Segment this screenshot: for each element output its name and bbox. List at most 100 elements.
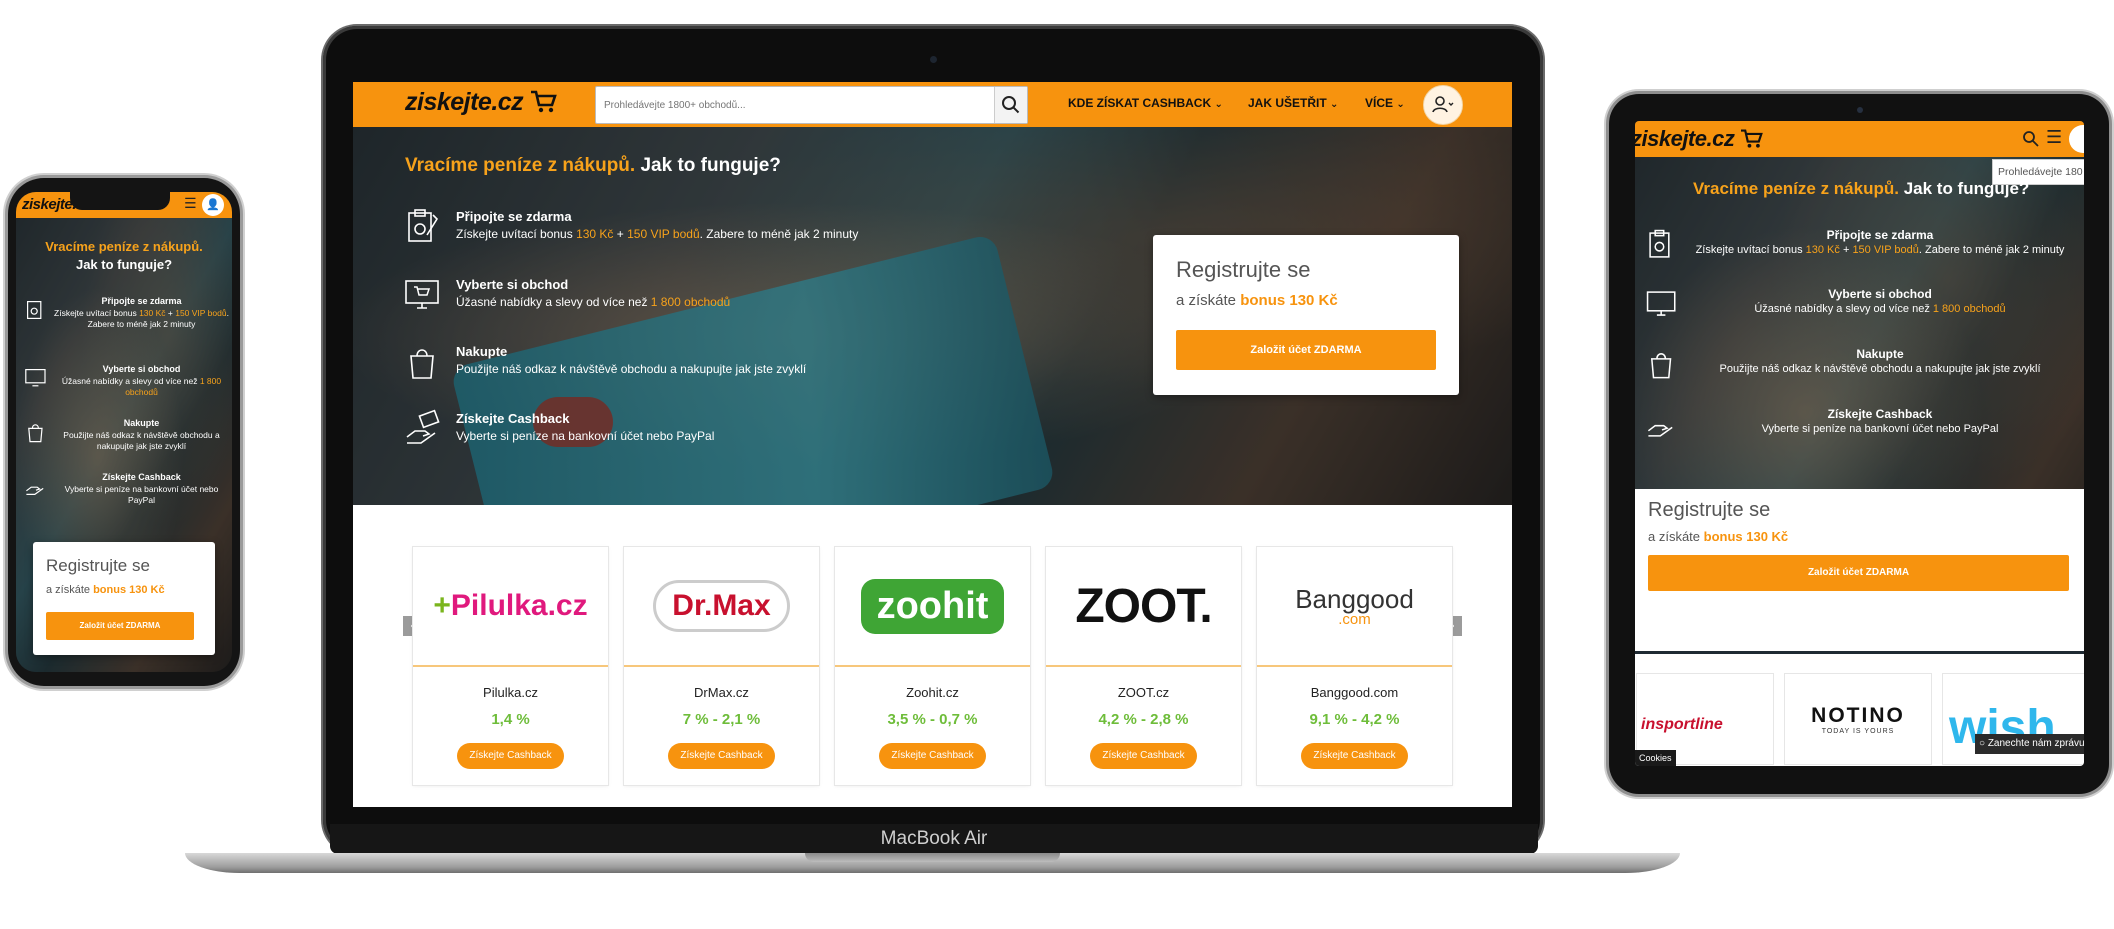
step-text: Úžasné nabídky a slevy od více než 1 800… xyxy=(456,295,731,309)
shopping-bag-icon xyxy=(410,349,434,379)
cart-icon xyxy=(530,90,557,113)
register-button[interactable]: Založit účet ZDARMA xyxy=(1648,555,2069,591)
shop-card[interactable]: zoohit Zoohit.cz 3,5 % - 0,7 % Získejte … xyxy=(835,547,1030,785)
step-text: Úžasné nabídky a slevy od více než 1 800… xyxy=(61,376,222,397)
cart-icon xyxy=(1740,129,1763,148)
user-icon: 👤 xyxy=(206,199,220,211)
chat-icon: ○ xyxy=(1979,738,1986,749)
menu-icon[interactable]: ☰ xyxy=(184,195,197,212)
phone-notch xyxy=(70,192,170,210)
shop-card[interactable]: +Pilulka.cz Pilulka.cz 1,4 % Získejte Ca… xyxy=(413,547,608,785)
nav-item-vice[interactable]: VÍCE ⌄ xyxy=(1365,96,1405,110)
user-menu-button[interactable] xyxy=(1423,85,1463,125)
tablet-screen: ziskejte.cz ☰ Prohledávejte 180 Vracíme … xyxy=(1635,121,2084,766)
step-title: Vyberte si obchod xyxy=(102,364,181,374)
shop-card[interactable]: NOTINO TODAY IS YOURS xyxy=(1785,674,1931,764)
search-button[interactable] xyxy=(994,87,1027,123)
shop-name: Zoohit.cz xyxy=(906,685,959,700)
step-text: Vyberte si peníze na bankovní účet nebo … xyxy=(64,484,219,505)
register-button[interactable]: Založit účet ZDARMA xyxy=(1176,330,1436,370)
register-box: Registrujte se a získáte bonus 130 Kč Za… xyxy=(33,542,215,655)
banggood-logo: Banggood .com xyxy=(1257,547,1452,667)
step-title: Získejte Cashback xyxy=(456,411,570,426)
site-header: ziskejte.cz KDE ZÍSKAT CASHBACK ⌄ JAK UŠ… xyxy=(353,82,1512,127)
step-text: Získejte uvítací bonus 130 Kč + 150 VIP … xyxy=(456,227,859,241)
monitor-cart-icon xyxy=(25,369,46,387)
step-title: Nakupte xyxy=(1856,347,1904,361)
search-input[interactable] xyxy=(602,95,986,115)
search-bar xyxy=(595,86,1028,124)
chat-message-button[interactable]: ○ Zanechte nám zprávu xyxy=(1975,734,2084,754)
laptop-notch xyxy=(805,853,1060,862)
shopping-bag-icon xyxy=(1650,353,1672,379)
site-logo[interactable]: ziskejte.cz xyxy=(1635,126,1764,152)
drmax-logo: Dr.Max xyxy=(624,547,819,667)
zoohit-logo: zoohit xyxy=(835,547,1030,667)
get-cashback-button[interactable]: Získejte Cashback xyxy=(668,743,775,769)
step-title: Připojte se zdarma xyxy=(101,296,182,306)
chevron-down-icon: ⌄ xyxy=(1214,99,1223,110)
shop-name: Banggood.com xyxy=(1310,685,1399,700)
chevron-down-icon: ⌄ xyxy=(1330,99,1339,110)
insportline-logo: insportline xyxy=(1641,716,1723,733)
step-title: Získejte Cashback xyxy=(102,472,181,482)
shop-card[interactable]: ZOOT. ZOOT.cz 4,2 % - 2,8 % Získejte Cas… xyxy=(1046,547,1241,785)
hero-section: Vracíme peníze z nákupů. Jak to funguje?… xyxy=(353,127,1512,505)
hand-money-icon xyxy=(406,409,440,444)
laptop-screen: ziskejte.cz KDE ZÍSKAT CASHBACK ⌄ JAK UŠ… xyxy=(353,82,1512,807)
get-cashback-button[interactable]: Získejte Cashback xyxy=(1090,743,1197,769)
cookies-button[interactable]: Cookies xyxy=(1635,750,1676,766)
step-text: Úžasné nabídky a slevy od více než 1 800… xyxy=(1754,303,2006,315)
get-cashback-button[interactable]: Získejte Cashback xyxy=(1301,743,1408,769)
shop-cashback-rate: 1,4 % xyxy=(491,711,530,728)
nav-item-jak-usetrit[interactable]: JAK UŠETŘIT ⌄ xyxy=(1248,96,1338,110)
get-cashback-button[interactable]: Získejte Cashback xyxy=(879,743,986,769)
search-icon xyxy=(1002,96,1020,114)
register-box: Registrujte se a získáte bonus 130 Kč Za… xyxy=(1153,235,1459,395)
step-text: Použijte náš odkaz k návštěvě obchodu a … xyxy=(63,430,220,451)
hero-headline: Vracíme peníze z nákupů. Jak to funguje? xyxy=(45,239,203,272)
shopping-bag-icon xyxy=(28,424,43,443)
nav-item-kde-ziskat[interactable]: KDE ZÍSKAT CASHBACK ⌄ xyxy=(1068,96,1223,110)
notino-logo: NOTINO TODAY IS YOURS xyxy=(1811,704,1905,735)
clipboard-icon xyxy=(27,301,42,319)
shop-cashback-rate: 3,5 % - 0,7 % xyxy=(887,711,978,728)
step-title: Připojte se zdarma xyxy=(1826,228,1934,242)
hero-headline: Vracíme peníze z nákupů. Jak to funguje? xyxy=(405,155,781,176)
menu-icon[interactable]: ☰ xyxy=(2046,127,2062,148)
tablet-header: ziskejte.cz ☰ xyxy=(1635,121,2084,157)
camera-icon xyxy=(930,56,937,63)
shop-name: ZOOT.cz xyxy=(1117,685,1170,700)
step-title: Nakupte xyxy=(123,418,160,428)
step-text: Získejte uvítací bonus 130 Kč + 150 VIP … xyxy=(1695,244,2065,256)
shop-name: DrMax.cz xyxy=(694,685,749,700)
clipboard-icon xyxy=(408,209,439,242)
site-logo[interactable]: ziskejte.cz xyxy=(405,88,558,117)
search-icon[interactable] xyxy=(2021,129,2041,149)
register-title: Registrujte se xyxy=(46,556,150,575)
laptop-chin: MacBook Air xyxy=(330,824,1538,854)
step-text: Použijte náš odkaz k návštěvě obchodu a … xyxy=(456,362,807,376)
hero-headline: Vracíme peníze z nákupů. Jak to funguje? xyxy=(1693,179,2030,198)
shop-cashback-rate: 4,2 % - 2,8 % xyxy=(1098,711,1189,728)
user-menu-button[interactable]: 👤 xyxy=(202,194,224,216)
register-subtitle: a získáte bonus 130 Kč xyxy=(1176,292,1338,309)
shop-card[interactable]: Dr.Max DrMax.cz 7 % - 2,1 % Získejte Cas… xyxy=(624,547,819,785)
shop-card[interactable]: Banggood .com Banggood.com 9,1 % - 4,2 %… xyxy=(1257,547,1452,785)
step-title: Připojte se zdarma xyxy=(456,209,572,224)
user-menu-button[interactable] xyxy=(2069,125,2084,153)
register-button[interactable]: Založit účet ZDARMA xyxy=(46,612,194,640)
register-subtitle: a získáte bonus 130 Kč xyxy=(1648,529,1789,544)
chevron-down-icon: ⌄ xyxy=(1396,99,1405,110)
step-text: Vyberte si peníze na bankovní účet nebo … xyxy=(1761,423,1999,435)
get-cashback-button[interactable]: Získejte Cashback xyxy=(457,743,564,769)
shop-cashback-rate: 9,1 % - 4,2 % xyxy=(1309,711,1400,728)
register-box: Registrujte se a získáte bonus 130 Kč Za… xyxy=(1635,489,2084,651)
user-icon xyxy=(1432,96,1454,113)
shop-cashback-rate: 7 % - 2,1 % xyxy=(682,711,761,728)
hand-money-icon xyxy=(26,486,44,495)
step-title: Vyberte si obchod xyxy=(1828,287,1932,301)
step-text: Použijte náš odkaz k návštěvě obchodu a … xyxy=(1719,363,2041,375)
clipboard-icon xyxy=(1649,229,1670,258)
hand-money-icon xyxy=(1647,424,1673,437)
